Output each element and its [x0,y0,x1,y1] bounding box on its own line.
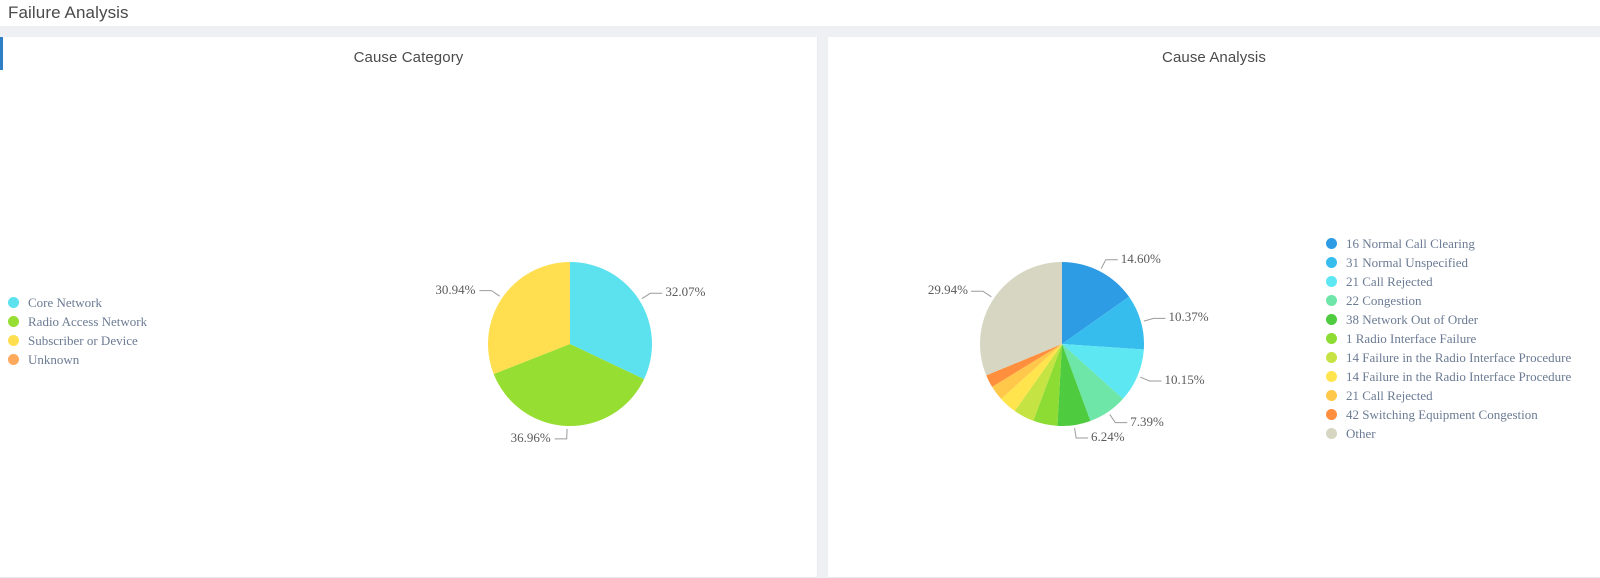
panel-accent-bar [0,37,3,70]
pie-percentage-label: 36.96% [510,429,551,445]
legend-item[interactable]: 38 Network Out of Order [1326,310,1571,329]
pie-leader-line [479,290,500,297]
pie-leader-line [1074,428,1089,439]
legend-item[interactable]: 1 Radio Interface Failure [1326,329,1571,348]
legend-item-label: Other [1346,426,1376,441]
legend-swatch-icon [1326,314,1337,325]
legend-swatch-icon [8,335,19,346]
legend-item[interactable]: Subscriber or Device [8,331,147,350]
legend-item[interactable]: Other [1326,424,1571,443]
legend-item-label: 21 Call Rejected [1346,388,1433,403]
pie-percentage-label: 29.94% [927,282,969,298]
legend-item-label: 31 Normal Unspecified [1346,255,1469,270]
legend-item[interactable]: 21 Call Rejected [1326,386,1571,405]
dashboard-panel-row: Cause Category 32.07% 36.96% 30.94% Core N… [0,37,1600,578]
legend-swatch-icon [1326,238,1337,249]
legend-swatch-icon [8,316,19,327]
pie-leader-line [641,292,663,300]
legend-item[interactable]: 21 Call Rejected [1326,272,1571,291]
legend-swatch-icon [1326,257,1337,268]
pie-percentage-label: 7.39% [1130,413,1164,429]
legend-swatch-icon [8,297,19,308]
legend-cause-category[interactable]: Core Network Radio Access Network Subscrib… [8,293,147,369]
pie-percentage-label: 6.24% [1091,428,1125,444]
legend-item-label: 42 Switching Equipment Congestion [1346,407,1538,422]
pie-percentage-label: 10.15% [1164,371,1205,387]
legend-swatch-icon [1326,352,1337,363]
legend-item-label: 16 Normal Call Clearing [1346,236,1475,251]
page-header: Failure Analysis [0,0,1600,26]
legend-item[interactable]: 16 Normal Call Clearing [1326,234,1571,253]
pie-leader-line [1109,414,1128,424]
panel-cause-category: Cause Category 32.07% 36.96% 30.94% Core N… [0,37,818,578]
legend-item-label: 14 Failure in the Radio Interface Proced… [1346,350,1572,365]
pie-leader-line [554,428,568,440]
pie-leader-line [1100,259,1118,269]
legend-item[interactable]: Core Network [8,293,147,312]
panel-cause-analysis: Cause Analysis 14.60% 10.37% 10.15% 7.39% 6.… [828,37,1600,578]
legend-item[interactable]: 14 Failure in the Radio Interface Proced… [1326,367,1571,386]
pie-percentage-label: 32.07% [665,284,706,300]
legend-item[interactable]: 22 Congestion [1326,291,1571,310]
legend-item[interactable]: 31 Normal Unspecified [1326,253,1571,272]
legend-item[interactable]: 42 Switching Equipment Congestion [1326,405,1571,424]
panel-gap [818,37,828,578]
legend-cause-analysis[interactable]: 16 Normal Call Clearing 31 Normal Unspeci… [1326,234,1571,443]
pie-leader-line [1143,317,1166,322]
legend-swatch-icon [1326,409,1337,420]
legend-swatch-icon [1326,276,1337,287]
pie-leader-line [1140,376,1162,382]
legend-item-label: Subscriber or Device [28,333,138,348]
legend-swatch-icon [8,354,19,365]
legend-item-label: Unknown [28,352,80,367]
legend-item-label: 22 Congestion [1346,293,1422,308]
panel-title-cause-category: Cause Category [353,49,464,66]
legend-swatch-icon [1326,428,1337,439]
legend-item-label: Core Network [28,295,103,310]
legend-item-label: 21 Call Rejected [1346,274,1433,289]
pie-percentage-label: 10.37% [1168,309,1209,325]
pie-percentage-label: 30.94% [435,281,476,297]
chart-cause-analysis: 14.60% 10.37% 10.15% 7.39% 6.24% 29.94% 16 No… [828,66,1600,566]
legend-swatch-icon [1326,333,1337,344]
legend-item-label: 1 Radio Interface Failure [1346,331,1477,346]
chart-cause-category: 32.07% 36.96% 30.94% Core Network Radio Acc… [0,66,817,566]
pie-percentage-label: 14.60% [1120,250,1161,266]
legend-item-label: 14 Failure in the Radio Interface Proced… [1346,369,1572,384]
legend-item[interactable]: Radio Access Network [8,312,147,331]
panel-title-cause-analysis: Cause Analysis [1162,49,1266,66]
legend-swatch-icon [1326,390,1337,401]
legend-swatch-icon [1326,295,1337,306]
page-title: Failure Analysis [8,3,129,22]
pie-slice-group[interactable] [487,261,652,426]
legend-item[interactable]: 14 Failure in the Radio Interface Proced… [1326,348,1571,367]
header-divider [0,26,1600,37]
legend-item-label: Radio Access Network [28,314,148,329]
pie-slice-group[interactable] [979,262,1145,426]
legend-swatch-icon [1326,371,1337,382]
legend-item-label: 38 Network Out of Order [1346,312,1479,327]
legend-item[interactable]: Unknown [8,350,147,369]
pie-leader-line [971,290,992,298]
